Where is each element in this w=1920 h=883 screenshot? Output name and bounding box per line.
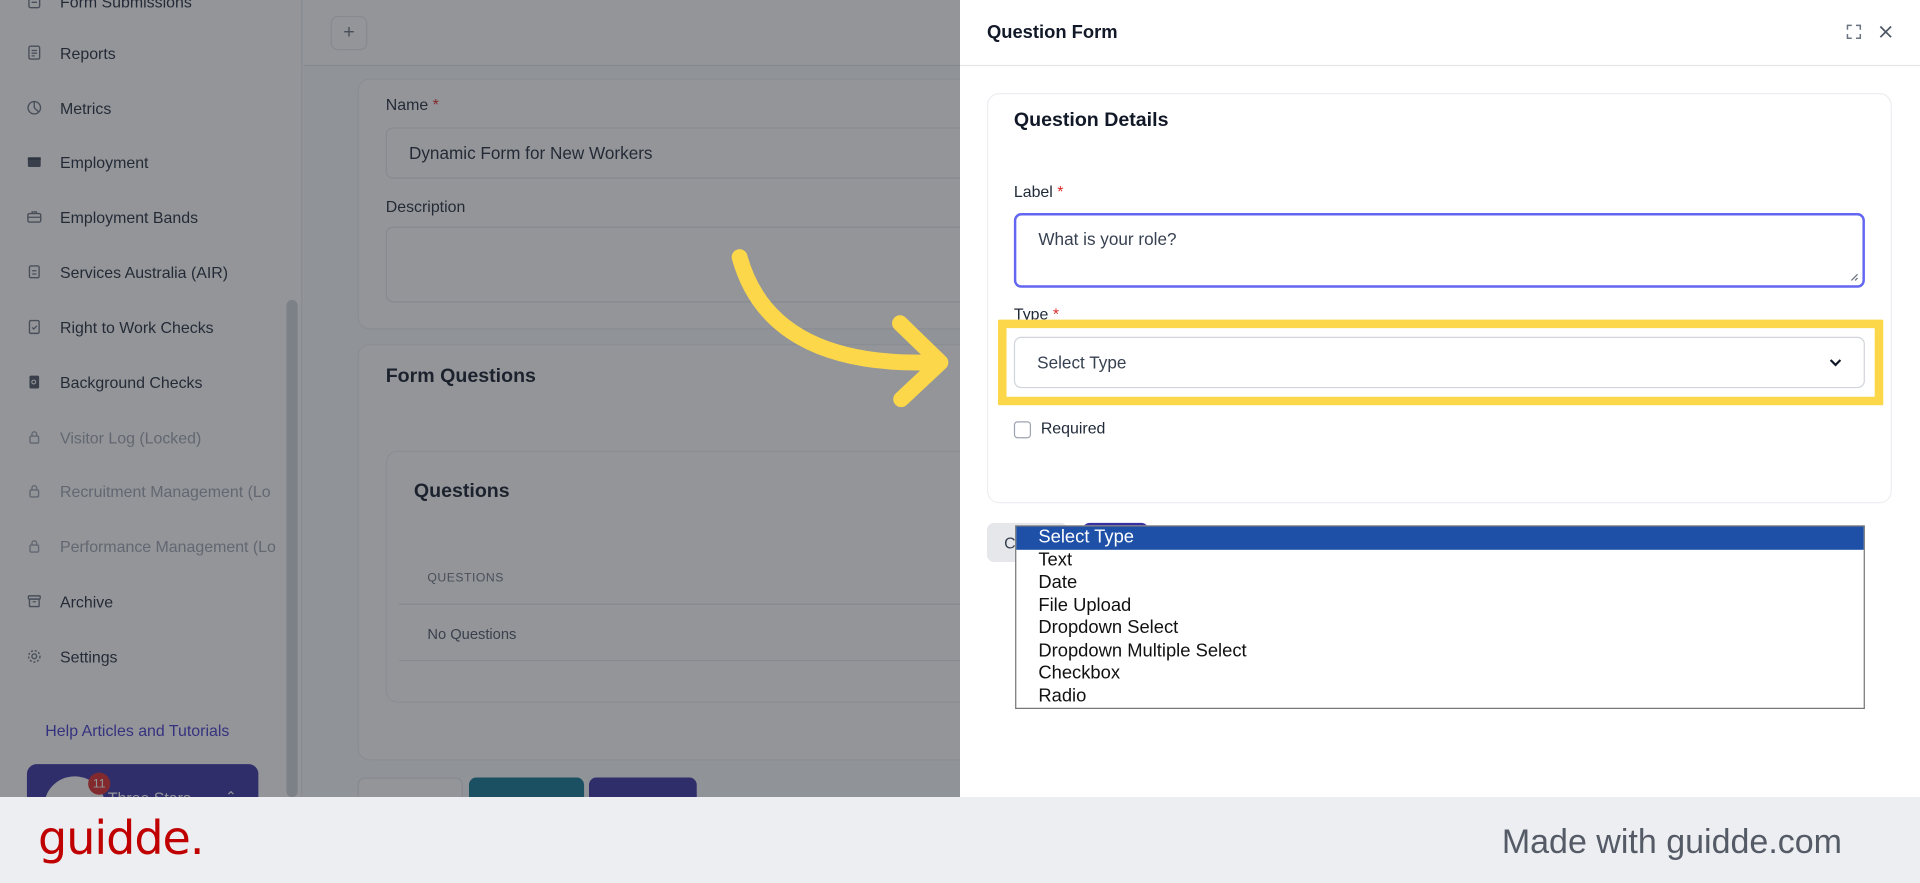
type-option[interactable]: Radio <box>1016 685 1863 708</box>
resize-grip-icon[interactable] <box>1849 272 1859 282</box>
type-options-list[interactable]: Select Type Text Date File Upload Dropdown S… <box>1015 525 1865 709</box>
app-stage: Form SubmissionsReportsMetricsEmployment… <box>0 0 1920 797</box>
type-option[interactable]: Date <box>1016 572 1863 595</box>
made-with-text: Made with guidde.com <box>1501 823 1842 861</box>
type-option[interactable]: Dropdown Multiple Select <box>1016 640 1863 663</box>
highlight-box <box>997 319 1884 406</box>
type-option[interactable]: Text <box>1016 549 1863 572</box>
type-option[interactable]: Select Type <box>1016 526 1864 550</box>
type-option[interactable]: Dropdown Select <box>1016 617 1863 640</box>
required-checkbox[interactable] <box>1013 421 1032 439</box>
type-option[interactable]: File Upload <box>1016 594 1863 617</box>
label-textarea[interactable]: What is your role? <box>1013 213 1865 288</box>
pointer-arrow-icon <box>731 249 949 408</box>
screenshot: Form SubmissionsReportsMetricsEmployment… <box>0 0 1920 797</box>
required-label: Required <box>1040 418 1106 438</box>
footer-bar: guidde. Made with guidde.com <box>0 797 1920 883</box>
type-option[interactable]: Checkbox <box>1016 662 1863 685</box>
guidde-logo: guidde. <box>38 811 204 865</box>
